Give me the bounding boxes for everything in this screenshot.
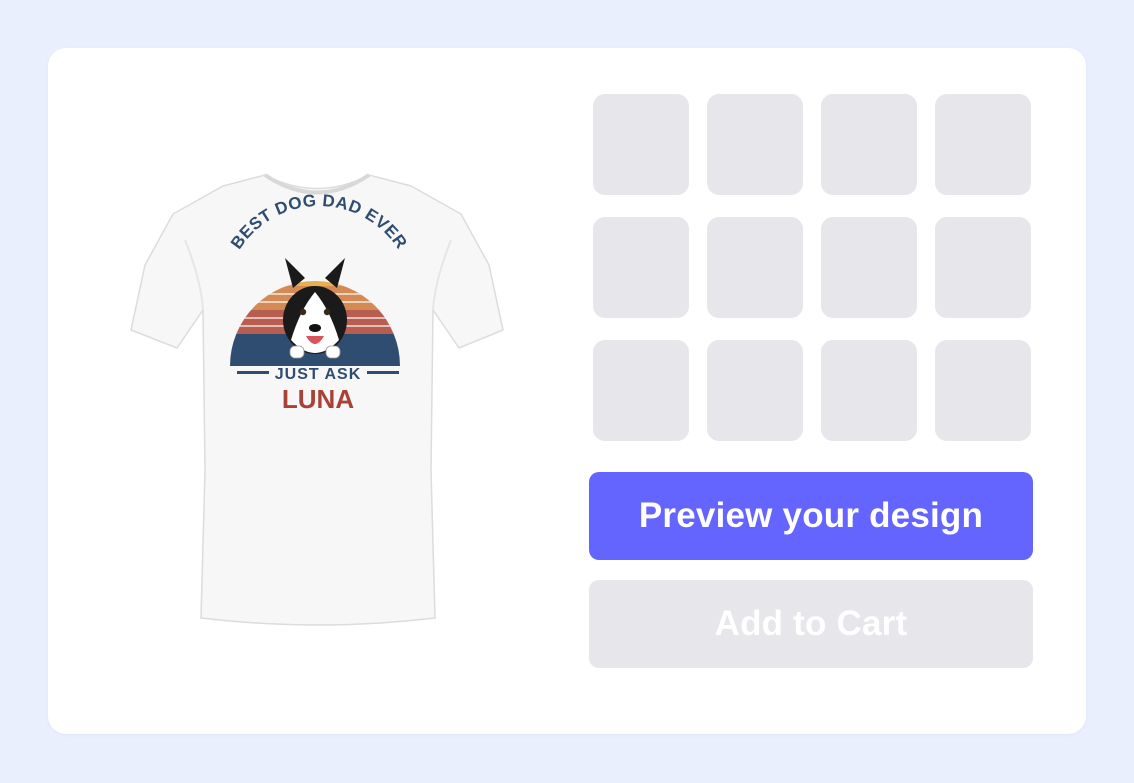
option-thumbnail[interactable] xyxy=(821,217,917,318)
option-thumbnail[interactable] xyxy=(593,94,689,195)
add-to-cart-button[interactable]: Add to Cart xyxy=(589,580,1033,668)
preview-design-button[interactable]: Preview your design xyxy=(589,472,1033,560)
option-thumbnail[interactable] xyxy=(593,217,689,318)
option-thumbnail[interactable] xyxy=(707,340,803,441)
option-thumbnail[interactable] xyxy=(935,94,1031,195)
option-thumbnail[interactable] xyxy=(821,340,917,441)
option-thumbnail[interactable] xyxy=(707,217,803,318)
option-thumbnail[interactable] xyxy=(821,94,917,195)
print-name: LUNA xyxy=(282,384,354,414)
tshirt-illustration: BEST DOG DAD EVER JUST ASK LUNA xyxy=(130,173,504,626)
option-thumbnail[interactable] xyxy=(935,340,1031,441)
option-thumbnail[interactable] xyxy=(935,217,1031,318)
option-thumbnail[interactable] xyxy=(593,340,689,441)
product-image: BEST DOG DAD EVER JUST ASK LUNA xyxy=(125,170,510,635)
option-thumbnail[interactable] xyxy=(707,94,803,195)
print-sub-text: JUST ASK xyxy=(275,366,362,383)
options-grid xyxy=(593,94,1031,441)
